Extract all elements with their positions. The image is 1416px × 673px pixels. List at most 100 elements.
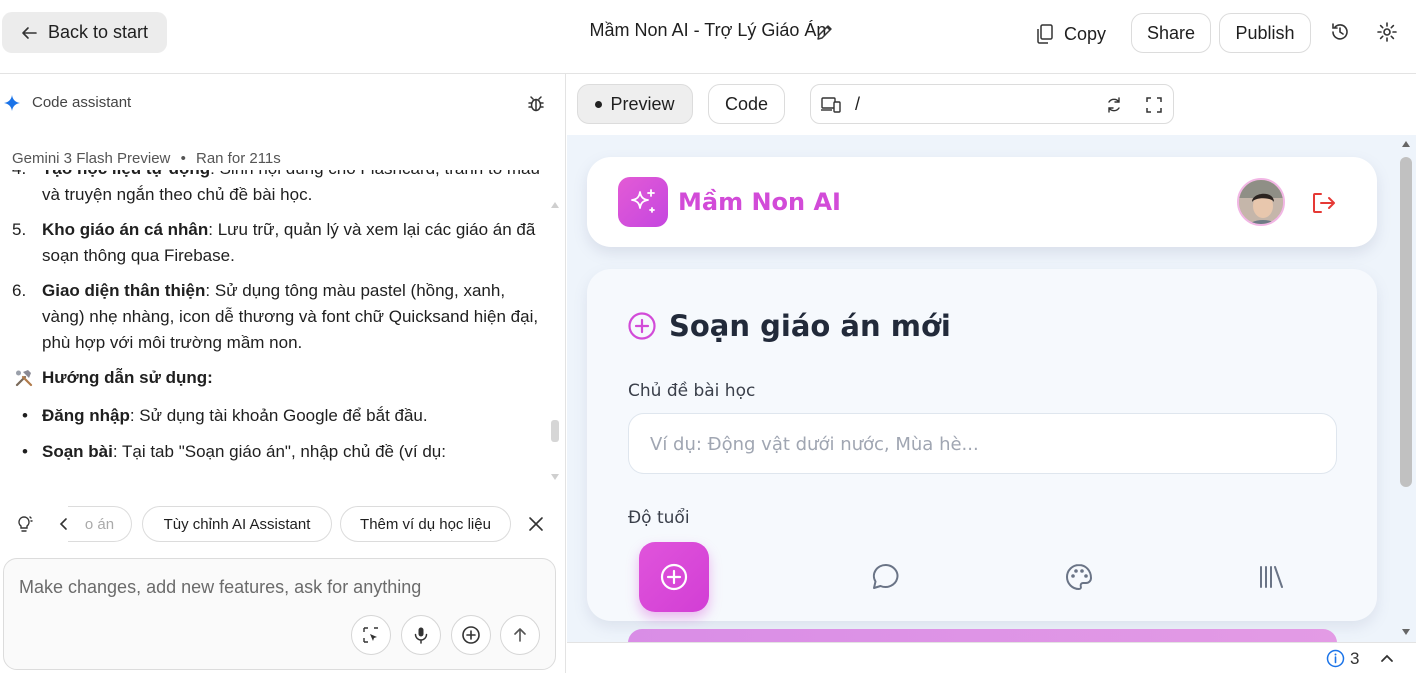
back-to-start-button[interactable]: Back to start [2,12,167,53]
plus-circle-icon [462,626,480,644]
logout-icon[interactable] [1311,191,1337,215]
suggestion-chip[interactable]: Thêm ví dụ học liệu [340,506,511,542]
publish-button[interactable]: Publish [1219,13,1311,53]
share-label: Share [1146,22,1196,43]
guide-title: Hướng dẫn sử dụng: [42,368,213,387]
top-bar: Back to start Mầm Non AI - Trợ Lý Giáo Á… [0,0,1416,74]
nav-create-lesson-button[interactable] [639,542,709,612]
app-title: Mầm Non AI - Trợ Lý Giáo Án [589,20,827,40]
share-button[interactable]: Share [1131,13,1211,53]
list-number: 6. [12,281,27,300]
bullet-text: : Tại tab "Soạn giáo án", nhập chủ đề (v… [112,442,446,461]
send-button[interactable] [500,615,540,655]
active-dot [595,100,603,108]
suggestion-chips: o án Tùy chỉnh AI Assistant Thêm ví dụ h… [0,504,566,544]
age-label: Độ tuổi [628,508,690,528]
tab-code[interactable]: Code [708,84,785,124]
tab-code-label: Code [724,93,769,114]
list-number: 5. [12,220,27,239]
select-element-button[interactable] [351,615,391,655]
list-item: 6. Giao diện thân thiện: Sử dụng tông mà… [12,278,542,356]
chip-label: Thêm ví dụ học liệu [360,515,491,533]
generate-button-partial[interactable] [628,629,1337,642]
plus-circle-icon [628,312,656,340]
topic-input[interactable]: Ví dụ: Động vật dưới nước, Mùa hè... [628,413,1337,474]
refresh-icon[interactable] [1105,96,1123,114]
bullet-text: : Sử dụng tài khoản Google để bắt đầu. [129,406,428,425]
app-preview: Mầm Non AI Soạn giáo án mới Chủ đề bài h… [567,135,1416,642]
run-duration: Ran for 211s [196,150,281,167]
bullet-bold: Soạn bài [42,442,113,461]
section-title: Soạn giáo án mới [627,309,951,343]
run-meta: Gemini 3 Flash Preview • Ran for 211s [12,150,281,167]
bug-icon[interactable] [526,94,546,114]
preview-footer: 3 [567,642,1416,673]
sparkles-icon [631,189,655,213]
list-item: 5. Kho giáo án cá nhân: Lưu trữ, quản lý… [12,217,542,269]
pencil-icon[interactable] [815,22,835,42]
preview-scrollbar[interactable] [1396,135,1416,642]
lightbulb-icon[interactable] [14,514,34,534]
avatar[interactable] [1237,178,1285,226]
brand-name: Mầm Non AI [678,188,841,216]
app-logo [618,177,668,227]
plus-circle-icon [660,563,688,591]
publish-label: Publish [1235,22,1295,43]
tab-preview-label: Preview [610,93,675,114]
assistant-message: 4. Tạo học liệu tự động: Sinh nội dung c… [12,170,542,490]
message-scrollbar[interactable] [548,136,562,486]
close-icon[interactable] [527,515,545,533]
fullscreen-icon[interactable] [1145,96,1163,114]
palette-icon[interactable] [1063,561,1095,593]
suggestion-chip[interactable]: o án [68,506,132,542]
prompt-placeholder: Make changes, add new features, ask for … [19,577,422,597]
topic-label: Chủ đề bài học [628,381,756,401]
back-label: Back to start [48,22,149,42]
arrow-left-icon [22,26,37,39]
code-assistant-title: Code assistant [32,94,132,111]
bullet-bold: Đăng nhập [42,406,130,425]
url-bar[interactable]: / [810,84,1174,124]
copy-button[interactable]: Copy [1036,20,1106,48]
microphone-button[interactable] [401,615,441,655]
list-item-bold: Giao diện thân thiện [42,281,206,300]
arrow-up-icon [514,628,526,642]
app-header-card: Mầm Non AI [587,157,1377,247]
meta-separator: • [180,150,186,167]
chevron-up-icon[interactable] [1379,651,1395,667]
list-item: 4. Tạo học liệu tự động: Sinh nội dung c… [12,170,542,208]
microphone-icon [414,627,428,644]
history-icon[interactable] [1329,21,1351,43]
add-attachment-button[interactable] [451,615,491,655]
issues-count: 3 [1350,649,1360,668]
prompt-input[interactable]: Make changes, add new features, ask for … [3,558,556,670]
info-icon[interactable] [1326,649,1345,668]
devices-icon[interactable] [821,96,841,114]
preview-panel: Preview Code / Mầm Non AI Soạn giáo án m… [567,74,1416,673]
list-item: • Đăng nhập: Sử dụng tài khoản Google để… [22,406,428,425]
code-assistant-panel: Code assistant Gemini 3 Flash Preview • … [0,74,566,673]
copy-label: Copy [1064,23,1107,44]
guide-heading: Hướng dẫn sử dụng: [14,365,542,391]
topic-placeholder: Ví dụ: Động vật dưới nước, Mùa hè... [650,434,979,455]
tab-preview[interactable]: Preview [577,84,693,124]
hammer-wrench-icon [15,370,33,387]
avatar-photo [1239,180,1283,224]
suggestion-chip[interactable]: Tùy chỉnh AI Assistant [142,506,332,542]
list-number: 4. [12,170,42,208]
library-icon[interactable] [1255,561,1287,593]
section-title-text: Soạn giáo án mới [669,309,951,343]
chat-bubble-icon[interactable] [870,561,902,593]
gear-icon[interactable] [1376,21,1398,43]
list-item: • Soạn bài: Tại tab "Soạn giáo án", nhập… [22,442,446,461]
copy-icon [1037,24,1053,44]
chip-label: o án [84,515,115,533]
sparkle-icon [4,94,20,111]
list-item-bold: Tạo học liệu tự động [42,170,210,178]
code-assistant-header: Code assistant [4,94,131,111]
url-path: / [855,94,861,114]
list-item-bold: Kho giáo án cá nhân [42,220,209,239]
chip-label: Tùy chỉnh AI Assistant [163,515,311,533]
model-name: Gemini 3 Flash Preview [12,150,171,167]
select-cursor-icon [363,627,378,643]
